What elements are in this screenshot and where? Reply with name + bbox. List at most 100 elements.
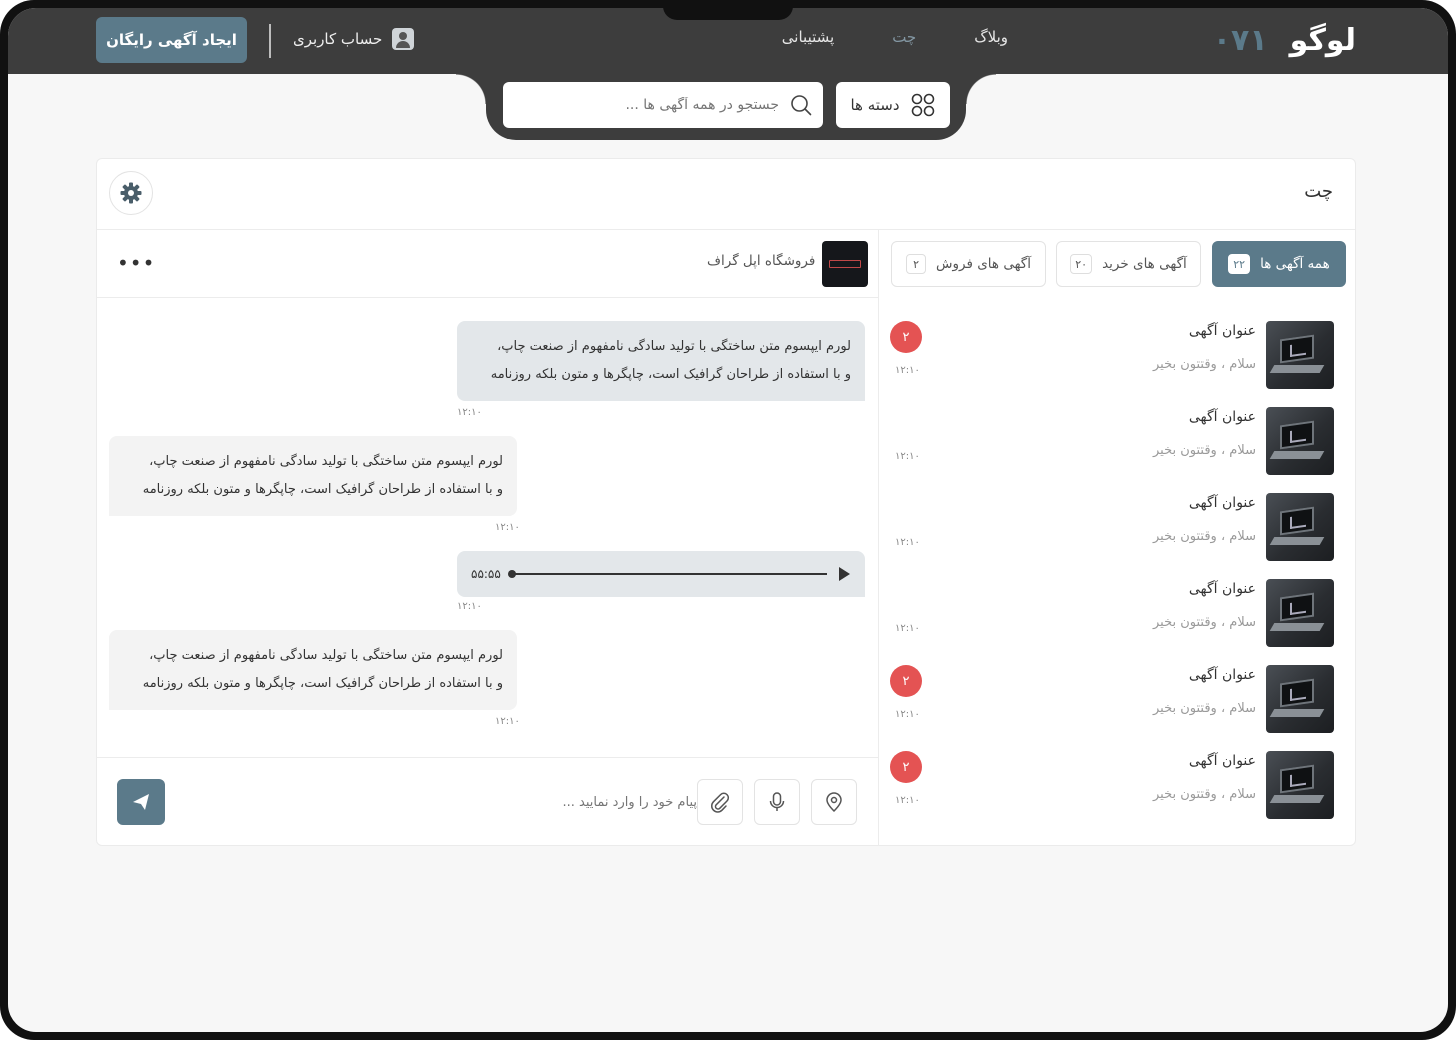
conversation-time: ۱۲:۱۰ bbox=[895, 365, 920, 376]
main-nav: وبلاگ چت پشتیبانی bbox=[782, 28, 1008, 46]
tab-all-ads[interactable]: همه آگهی ها ۲۲ bbox=[1212, 241, 1346, 287]
device-notch bbox=[663, 8, 793, 20]
paperclip-icon bbox=[711, 792, 730, 813]
conversation-time: ۱۲:۱۰ bbox=[895, 451, 920, 462]
search-bar: دسته ها bbox=[456, 68, 996, 140]
categories-label: دسته ها bbox=[850, 96, 900, 114]
message-line: لورم ایپسوم متن ساختگی با تولید سادگی نا… bbox=[149, 648, 503, 663]
ad-thumbnail bbox=[1266, 665, 1334, 733]
search-icon bbox=[791, 95, 812, 116]
unread-badge: ۲ bbox=[890, 665, 922, 697]
conversation-item[interactable]: عنوان آگهی سلام ، وقتتون بخیر ۱۲:۱۰ bbox=[890, 493, 1334, 561]
device-frame: لوگو ۰۷۱ وبلاگ چت پشتیبانی حساب کاربری ا… bbox=[0, 0, 1456, 1040]
conversation-title: عنوان آگهی bbox=[1188, 323, 1256, 339]
tab-sell-ads-label: آگهی های فروش bbox=[936, 256, 1031, 272]
user-icon bbox=[392, 28, 415, 50]
grid-icon bbox=[911, 93, 934, 117]
account-link[interactable]: حساب کاربری bbox=[293, 28, 415, 50]
attach-button[interactable] bbox=[697, 779, 743, 825]
panel-title: چت bbox=[1304, 181, 1333, 202]
conversation-time: ۱۲:۱۰ bbox=[895, 709, 920, 720]
microphone-icon bbox=[769, 792, 785, 811]
conversation-preview: سلام ، وقتتون بخیر bbox=[1153, 529, 1256, 544]
conversation-item[interactable]: عنوان آگهی سلام ، وقتتون بخیر ۱۲:۱۰ bbox=[890, 407, 1334, 475]
conversation-item[interactable]: عنوان آگهی سلام ، وقتتون بخیر ۲ ۱۲:۱۰ bbox=[890, 665, 1334, 733]
store-avatar bbox=[822, 241, 868, 287]
conversation-preview: سلام ، وقتتون بخیر bbox=[1153, 615, 1256, 630]
conversation-preview: سلام ، وقتتون بخیر bbox=[1153, 443, 1256, 458]
message-line: لورم ایپسوم متن ساختگی با تولید سادگی نا… bbox=[497, 339, 851, 354]
conversation-preview: سلام ، وقتتون بخیر bbox=[1153, 787, 1256, 802]
message-line: و با استفاده از طراحان گرافیک است، چاپگر… bbox=[142, 482, 503, 497]
ad-thumbnail bbox=[1266, 751, 1334, 819]
ad-thumbnail bbox=[1266, 321, 1334, 389]
chat-header-divider bbox=[97, 297, 878, 298]
location-pin-icon bbox=[826, 792, 842, 813]
conversation-time: ۱۲:۱۰ bbox=[895, 795, 920, 806]
message-time: ۱۲:۱۰ bbox=[495, 716, 520, 727]
logo-text: لوگو bbox=[1289, 22, 1357, 58]
conversation-title: عنوان آگهی bbox=[1188, 409, 1256, 425]
create-ad-button[interactable]: ایجاد آگهی رایگان bbox=[96, 17, 247, 63]
logo-number: ۰۷۱ bbox=[1212, 22, 1268, 58]
tab-all-ads-count: ۲۲ bbox=[1228, 254, 1251, 274]
unread-badge: ۲ bbox=[890, 751, 922, 783]
conversation-title: عنوان آگهی bbox=[1188, 495, 1256, 511]
message-line: لورم ایپسوم متن ساختگی با تولید سادگی نا… bbox=[149, 454, 503, 469]
message-bubble-sent: لورم ایپسوم متن ساختگی با تولید سادگی نا… bbox=[457, 321, 865, 401]
tab-buy-ads-label: آگهی های خرید bbox=[1102, 256, 1187, 272]
tab-buy-ads-count: ۲۰ bbox=[1070, 254, 1093, 274]
conversation-time: ۱۲:۱۰ bbox=[895, 623, 920, 634]
unread-badge: ۲ bbox=[890, 321, 922, 353]
voice-message: ۵۵:۵۵ bbox=[457, 551, 865, 597]
ad-thumbnail bbox=[1266, 493, 1334, 561]
conversation-item[interactable]: عنوان آگهی سلام ، وقتتون بخیر ۲ ۱۲:۱۰ bbox=[890, 321, 1334, 389]
store-name: فروشگاه اپل گراف bbox=[707, 253, 816, 269]
conversation-title: عنوان آگهی bbox=[1188, 581, 1256, 597]
voice-duration: ۵۵:۵۵ bbox=[471, 567, 501, 581]
message-line: و با استفاده از طراحان گرافیک است، چاپگر… bbox=[142, 676, 503, 691]
play-icon[interactable] bbox=[837, 566, 851, 582]
nav-chat[interactable]: چت bbox=[892, 28, 916, 46]
conversation-item[interactable]: عنوان آگهی سلام ، وقتتون بخیر ۱۲:۱۰ bbox=[890, 579, 1334, 647]
gear-icon bbox=[120, 182, 142, 204]
panel-divider-top bbox=[97, 229, 1355, 230]
message-bubble-received: لورم ایپسوم متن ساختگی با تولید سادگی نا… bbox=[109, 630, 517, 710]
header-divider bbox=[269, 24, 271, 58]
ad-thumbnail bbox=[1266, 407, 1334, 475]
logo[interactable]: لوگو ۰۷۱ bbox=[1212, 20, 1357, 60]
categories-button[interactable]: دسته ها bbox=[836, 82, 950, 128]
settings-button[interactable] bbox=[109, 171, 153, 215]
chat-input-divider bbox=[97, 757, 878, 758]
tab-all-ads-label: همه آگهی ها bbox=[1260, 256, 1330, 272]
send-button[interactable] bbox=[117, 779, 165, 825]
search-box[interactable] bbox=[503, 82, 823, 128]
tab-sell-ads[interactable]: آگهی های فروش ۲ bbox=[891, 241, 1046, 287]
conversation-preview: سلام ، وقتتون بخیر bbox=[1153, 701, 1256, 716]
nav-blog[interactable]: وبلاگ bbox=[974, 28, 1008, 46]
conversation-title: عنوان آگهی bbox=[1188, 667, 1256, 683]
tab-buy-ads[interactable]: آگهی های خرید ۲۰ bbox=[1056, 241, 1201, 287]
conversation-time: ۱۲:۱۰ bbox=[895, 537, 920, 548]
message-time: ۱۲:۱۰ bbox=[457, 601, 482, 612]
tab-sell-ads-count: ۲ bbox=[906, 254, 927, 274]
message-time: ۱۲:۱۰ bbox=[457, 407, 482, 418]
chat-panel: چت همه آگهی ها ۲۲ آگهی های خرید ۲۰ آگهی … bbox=[96, 158, 1356, 846]
location-button[interactable] bbox=[811, 779, 857, 825]
screen: لوگو ۰۷۱ وبلاگ چت پشتیبانی حساب کاربری ا… bbox=[8, 8, 1448, 1032]
conversation-item[interactable]: عنوان آگهی سلام ، وقتتون بخیر ۲ ۱۲:۱۰ bbox=[890, 751, 1334, 819]
conversation-title: عنوان آگهی bbox=[1188, 753, 1256, 769]
account-label: حساب کاربری bbox=[293, 30, 383, 48]
column-divider bbox=[878, 229, 879, 846]
voice-progress-track[interactable] bbox=[507, 570, 827, 578]
search-input[interactable] bbox=[519, 97, 779, 113]
conversation-preview: سلام ، وقتتون بخیر bbox=[1153, 357, 1256, 372]
message-input[interactable] bbox=[477, 787, 697, 817]
message-line: و با استفاده از طراحان گرافیک است، چاپگر… bbox=[490, 367, 851, 382]
ad-thumbnail bbox=[1266, 579, 1334, 647]
more-options-icon[interactable]: ••• bbox=[117, 253, 155, 273]
message-bubble-received: لورم ایپسوم متن ساختگی با تولید سادگی نا… bbox=[109, 436, 517, 516]
nav-support[interactable]: پشتیبانی bbox=[782, 28, 834, 46]
voice-record-button[interactable] bbox=[754, 779, 800, 825]
send-icon bbox=[133, 794, 149, 810]
